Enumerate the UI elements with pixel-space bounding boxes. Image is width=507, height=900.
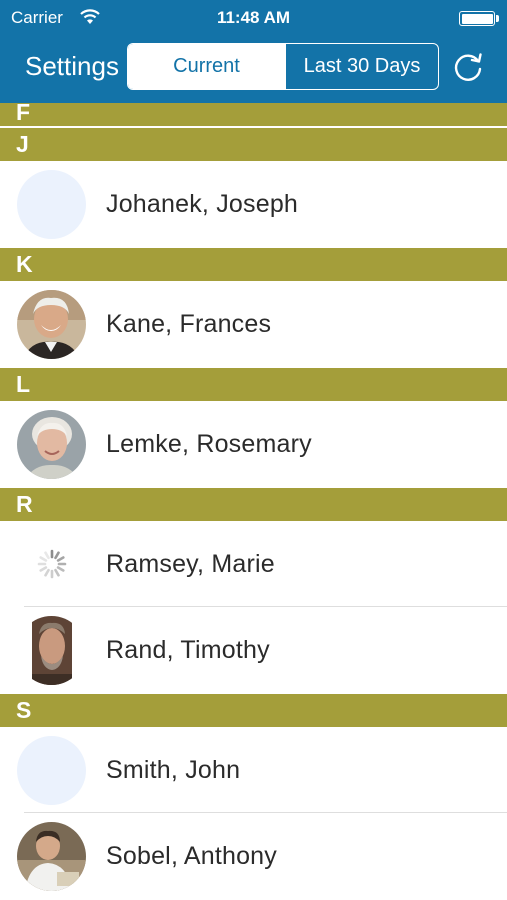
section-header-k: K [0, 247, 507, 281]
contact-row-lemke-rosemary[interactable]: Lemke, Rosemary [0, 401, 507, 487]
section-header-j: J [0, 127, 507, 161]
section-letter: S [16, 697, 32, 723]
section-letter: R [16, 491, 33, 517]
clock: 11:48 AM [216, 8, 291, 27]
contact-name: Smith, John [106, 755, 241, 784]
segment-current[interactable]: Current [128, 44, 285, 89]
avatar-placeholder [17, 169, 86, 239]
contact-row-kane-frances[interactable]: Kane, Frances [0, 281, 507, 367]
avatar-photo [17, 289, 86, 359]
section-header-f: F [0, 103, 507, 127]
section-header-r: R [0, 487, 507, 521]
contact-name: Johanek, Joseph [106, 189, 299, 218]
contact-name: Rand, Timothy [106, 635, 270, 664]
contact-row-johanek-joseph[interactable]: Johanek, Joseph [0, 161, 507, 247]
contact-name: Sobel, Anthony [106, 842, 277, 870]
status-bar: Carrier 11:48 AM [0, 0, 507, 36]
avatar-placeholder [17, 735, 86, 805]
section-letter: J [16, 131, 29, 157]
segment-last-30-days[interactable]: Last 30 Days [285, 44, 438, 89]
section-letter: K [16, 251, 33, 277]
contact-name: Kane, Frances [106, 309, 272, 338]
avatar-photo [17, 409, 86, 479]
section-header-s: S [0, 693, 507, 727]
contact-row-rand-timothy[interactable]: Rand, Timothy [0, 607, 507, 693]
section-letter: L [16, 371, 31, 397]
battery-tip [496, 15, 499, 22]
contact-row-sobel-anthony[interactable]: Sobel, Anthony [0, 813, 507, 900]
contact-name: Lemke, Rosemary [106, 429, 312, 458]
contact-list[interactable]: F J Johanek, Joseph K Kane, Frances L Le… [0, 103, 507, 900]
avatar-photo [17, 822, 86, 891]
contact-name: Ramsey, Marie [106, 549, 275, 578]
contact-row-smith-john[interactable]: Smith, John [0, 727, 507, 813]
refresh-icon[interactable] [451, 50, 485, 84]
battery-icon [459, 11, 495, 26]
contact-row-ramsey-marie[interactable]: Ramsey, Marie [0, 521, 507, 607]
avatar-photo [17, 615, 86, 685]
navigation-header: Carrier 11:48 AM Settings Current Last 3… [0, 0, 507, 103]
section-letter: F [16, 103, 31, 125]
settings-button[interactable]: Settings [25, 51, 119, 82]
loading-spinner-icon [37, 549, 67, 579]
segmented-control: Current Last 30 Days [127, 43, 439, 90]
section-header-l: L [0, 367, 507, 401]
